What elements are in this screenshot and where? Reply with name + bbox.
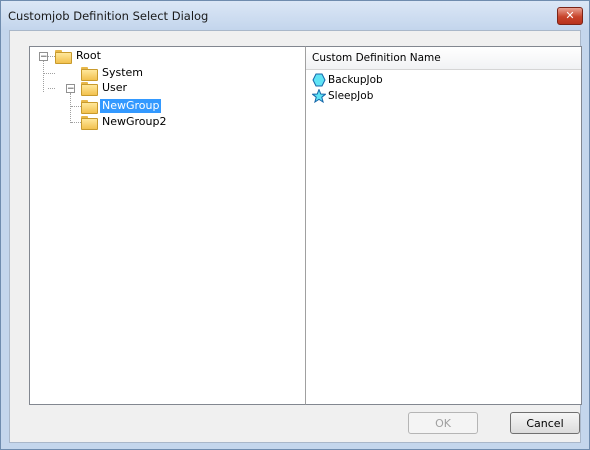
star-icon xyxy=(312,89,326,103)
hexagon-icon xyxy=(312,73,326,87)
folder-icon xyxy=(81,115,98,130)
tree-connector xyxy=(71,122,81,123)
list-item-sleepjob[interactable]: SleepJob xyxy=(312,88,373,104)
tree-connector xyxy=(44,73,55,74)
tree-node-newgroup[interactable]: NewGroup xyxy=(81,98,162,114)
folder-icon xyxy=(55,49,72,64)
tree-node-root[interactable]: Root xyxy=(55,48,103,64)
folder-icon xyxy=(81,99,98,114)
tree-node-newgroup2[interactable]: NewGroup2 xyxy=(81,114,168,130)
list-item-label: SleepJob xyxy=(328,90,374,102)
folder-icon xyxy=(81,81,98,96)
tree-node-label: NewGroup2 xyxy=(102,115,167,128)
title-bar[interactable]: Customjob Definition Select Dialog ✕ xyxy=(1,1,589,30)
tree-node-label: User xyxy=(102,81,128,94)
column-header-label: Custom Definition Name xyxy=(312,52,441,64)
list-item-backupjob[interactable]: BackupJob xyxy=(312,72,383,88)
window-title: Customjob Definition Select Dialog xyxy=(8,9,209,23)
list-item-label: BackupJob xyxy=(328,74,383,86)
group-tree[interactable]: − Root System − User NewGroup NewGroup2 xyxy=(29,46,307,405)
dialog-window: Customjob Definition Select Dialog ✕ − R… xyxy=(0,0,590,450)
tree-collapse-root[interactable]: − xyxy=(39,52,48,62)
tree-connector xyxy=(48,56,55,57)
close-button[interactable]: ✕ xyxy=(557,7,583,25)
cancel-button[interactable]: Cancel xyxy=(510,412,580,434)
folder-icon xyxy=(81,66,98,81)
ok-button[interactable]: OK xyxy=(408,412,478,434)
tree-node-system[interactable]: System xyxy=(81,65,145,81)
column-header-custom-definition-name[interactable]: Custom Definition Name xyxy=(306,47,581,70)
definition-list[interactable]: Custom Definition Name BackupJob SleepJo… xyxy=(305,46,582,405)
tree-connector xyxy=(48,88,55,89)
tree-connector xyxy=(43,61,44,92)
tree-collapse-user[interactable]: − xyxy=(66,84,75,94)
dialog-client-area: − Root System − User NewGroup NewGroup2 xyxy=(9,30,582,443)
tree-connector xyxy=(70,93,71,123)
tree-connector xyxy=(71,106,81,107)
tree-node-label: Root xyxy=(76,49,101,62)
tree-node-label: System xyxy=(102,66,144,79)
tree-node-label: NewGroup xyxy=(100,99,162,113)
tree-node-user[interactable]: User xyxy=(81,80,129,96)
close-icon: ✕ xyxy=(565,9,575,22)
